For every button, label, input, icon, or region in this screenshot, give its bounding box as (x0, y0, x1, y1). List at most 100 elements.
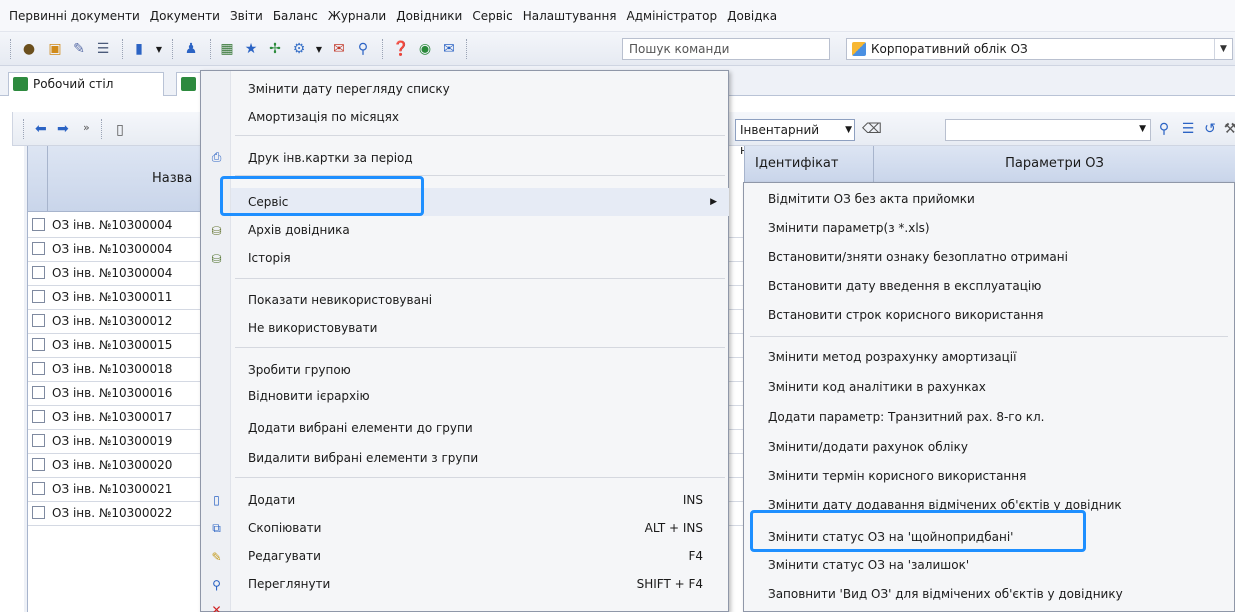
submenu-item-change-account[interactable]: Змінити/додати рахунок обліку (744, 433, 1234, 462)
submenu-item-change-analytics-code[interactable]: Змінити код аналітики в рахунках (744, 373, 1234, 402)
chevron-down-icon[interactable]: ▼ (150, 40, 168, 58)
hammer-icon[interactable]: ⚒ (1221, 120, 1235, 138)
row-checkbox[interactable] (32, 290, 45, 303)
header-identifier[interactable]: Ідентифікат (744, 146, 874, 182)
menu-help[interactable]: Довідка (722, 5, 782, 27)
menu-reports[interactable]: Звіти (225, 5, 268, 27)
submenu-item-change-depreciation-method[interactable]: Змінити метод розрахунку амортизації (744, 343, 1234, 372)
menu-item-restore-hierarchy[interactable]: Відновити ієрархію (231, 382, 729, 410)
menu-service[interactable]: Сервіс (467, 5, 517, 27)
star-icon[interactable]: ★ (242, 40, 260, 58)
menu-item-label: Додати (248, 493, 296, 507)
binoculars-icon[interactable]: ⚲ (1155, 120, 1173, 138)
print-icon: ⎙ (211, 150, 222, 164)
mail-icon[interactable]: ✉ (330, 40, 348, 58)
row-checkbox[interactable] (32, 434, 45, 447)
menu-directories[interactable]: Довідники (391, 5, 467, 27)
search-field-select[interactable]: Інвентарний номер ▼ (735, 119, 855, 157)
submenu-item-add-transit-param[interactable]: Додати параметр: Транзитний рах. 8-го кл… (744, 403, 1234, 432)
menu-item-do-not-use[interactable]: Не використовувати (231, 314, 729, 342)
row-checkbox[interactable] (32, 266, 45, 279)
menu-item-show-unused[interactable]: Показати невикористовувані (231, 286, 729, 314)
chevron-down-icon[interactable]: ▼ (845, 120, 852, 140)
help-icon[interactable]: ❓ (392, 40, 410, 58)
delete-icon: ✕ (211, 602, 222, 612)
submenu-item-set-useful-life[interactable]: Встановити строк корисного використання (744, 301, 1234, 330)
user-icon[interactable]: ♟ (182, 40, 200, 58)
menu-balance[interactable]: Баланс (268, 5, 323, 27)
row-checkbox[interactable] (32, 410, 45, 423)
menu-item-depreciation-by-month[interactable]: Амортизація по місяцях (231, 103, 729, 131)
row-checkbox[interactable] (32, 314, 45, 327)
new-document-icon[interactable]: ▯ (111, 121, 129, 139)
document-icon[interactable]: ▣ (46, 40, 64, 58)
list-icon[interactable]: ☰ (94, 40, 112, 58)
row-checkbox[interactable] (32, 506, 45, 519)
toolbar-separator (210, 39, 212, 59)
menu-item-change-view-date[interactable]: Змінити дату перегляду списку (231, 75, 729, 103)
command-search-input[interactable]: Пошук команди (622, 38, 830, 60)
back-arrow-icon[interactable]: ⬅ (35, 121, 47, 137)
header-checkbox-col (28, 146, 48, 212)
menu-item-label: Не використовувати (248, 321, 378, 335)
menu-admin[interactable]: Адміністратор (622, 5, 723, 27)
submenu-item-set-commission-date[interactable]: Встановити дату введення в експлуатацію (744, 272, 1234, 301)
search-value-input[interactable]: ▼ (945, 119, 1151, 141)
edit-icon: ✎ (211, 549, 222, 564)
menu-item-make-group[interactable]: Зробити групою (231, 356, 729, 384)
menu-documents[interactable]: Документи (145, 5, 225, 27)
row-checkbox[interactable] (32, 218, 45, 231)
menu-item-label: Змінити дату перегляду списку (248, 82, 450, 96)
database-icon[interactable]: ● (20, 40, 38, 58)
submenu-item-change-useful-term[interactable]: Змінити термін корисного використання (744, 462, 1234, 491)
undo-icon[interactable]: ↺ (1201, 120, 1219, 138)
tab-desktop[interactable]: Робочий стіл (8, 72, 164, 96)
menu-item-copy[interactable]: Скопіювати ALT + INS (231, 514, 729, 542)
menu-settings[interactable]: Налаштування (518, 5, 622, 27)
submenu-item-status-balance[interactable]: Змінити статус ОЗ на 'залишок' (744, 551, 1234, 580)
plus-icon[interactable]: ✢ (266, 40, 284, 58)
header-params[interactable]: Параметри ОЗ (874, 146, 1235, 182)
menu-item-history[interactable]: Історія (231, 244, 729, 272)
forward-arrow-icon[interactable]: ➡ (57, 121, 69, 137)
eraser-icon[interactable]: ⌫ (862, 120, 882, 138)
binoculars-icon[interactable]: ⚲ (354, 40, 372, 58)
menu-item-add[interactable]: Додати INS (231, 486, 729, 514)
history-icon: ⛁ (211, 251, 222, 266)
submenu-item-fill-os-type[interactable]: Заповнити 'Вид ОЗ' для відмічених об'єкт… (744, 580, 1234, 609)
menu-item-label: Зробити групою (248, 363, 351, 377)
row-checkbox[interactable] (32, 242, 45, 255)
chevron-down-icon[interactable]: ▼ (310, 40, 328, 58)
row-checkbox[interactable] (32, 362, 45, 375)
globe-icon[interactable]: ◉ (416, 40, 434, 58)
menu-item-print-card[interactable]: Друк інв.картки за період (231, 144, 729, 172)
edit-icon[interactable]: ✎ (70, 40, 88, 58)
toolbar-separator (101, 119, 103, 139)
menu-item-archive[interactable]: Архів довідника (231, 216, 729, 244)
chevron-down-icon[interactable]: ▼ (1139, 124, 1146, 134)
menu-item-remove-from-group[interactable]: Видалити вибрані елементи з групи (231, 444, 729, 472)
chevron-down-icon[interactable]: ▼ (1214, 39, 1232, 59)
table-icon[interactable]: ▦ (218, 40, 236, 58)
menu-item-view[interactable]: Переглянути SHIFT + F4 (231, 570, 729, 598)
menu-item-edit[interactable]: Редагувати F4 (231, 542, 729, 570)
gear-icon[interactable]: ⚙ (290, 40, 308, 58)
profile-select[interactable]: Корпоративний облік ОЗ ▼ (846, 38, 1233, 60)
overflow-icon[interactable]: » (83, 121, 90, 134)
row-checkbox[interactable] (32, 482, 45, 495)
list-icon[interactable]: ☰ (1179, 120, 1197, 138)
row-checkbox[interactable] (32, 338, 45, 351)
submenu-item-toggle-free-received[interactable]: Встановити/зняти ознаку безоплатно отрим… (744, 243, 1234, 272)
submenu-item-mark-without-act[interactable]: Відмітити ОЗ без акта прийомки (744, 185, 1234, 214)
menu-primary-docs[interactable]: Первинні документи (4, 5, 145, 27)
submenu-item-change-param-xls[interactable]: Змінити параметр(з *.xls) (744, 214, 1234, 243)
menu-separator (235, 477, 725, 478)
inbox-icon[interactable]: ✉ (440, 40, 458, 58)
menu-item-add-to-group[interactable]: Додати вибрані елементи до групи (231, 414, 729, 442)
chart-icon[interactable]: ▮ (130, 40, 148, 58)
row-checkbox[interactable] (32, 458, 45, 471)
toolbar-separator (23, 119, 25, 139)
toolbar-separator (172, 39, 174, 59)
row-checkbox[interactable] (32, 386, 45, 399)
menu-journals[interactable]: Журнали (323, 5, 391, 27)
